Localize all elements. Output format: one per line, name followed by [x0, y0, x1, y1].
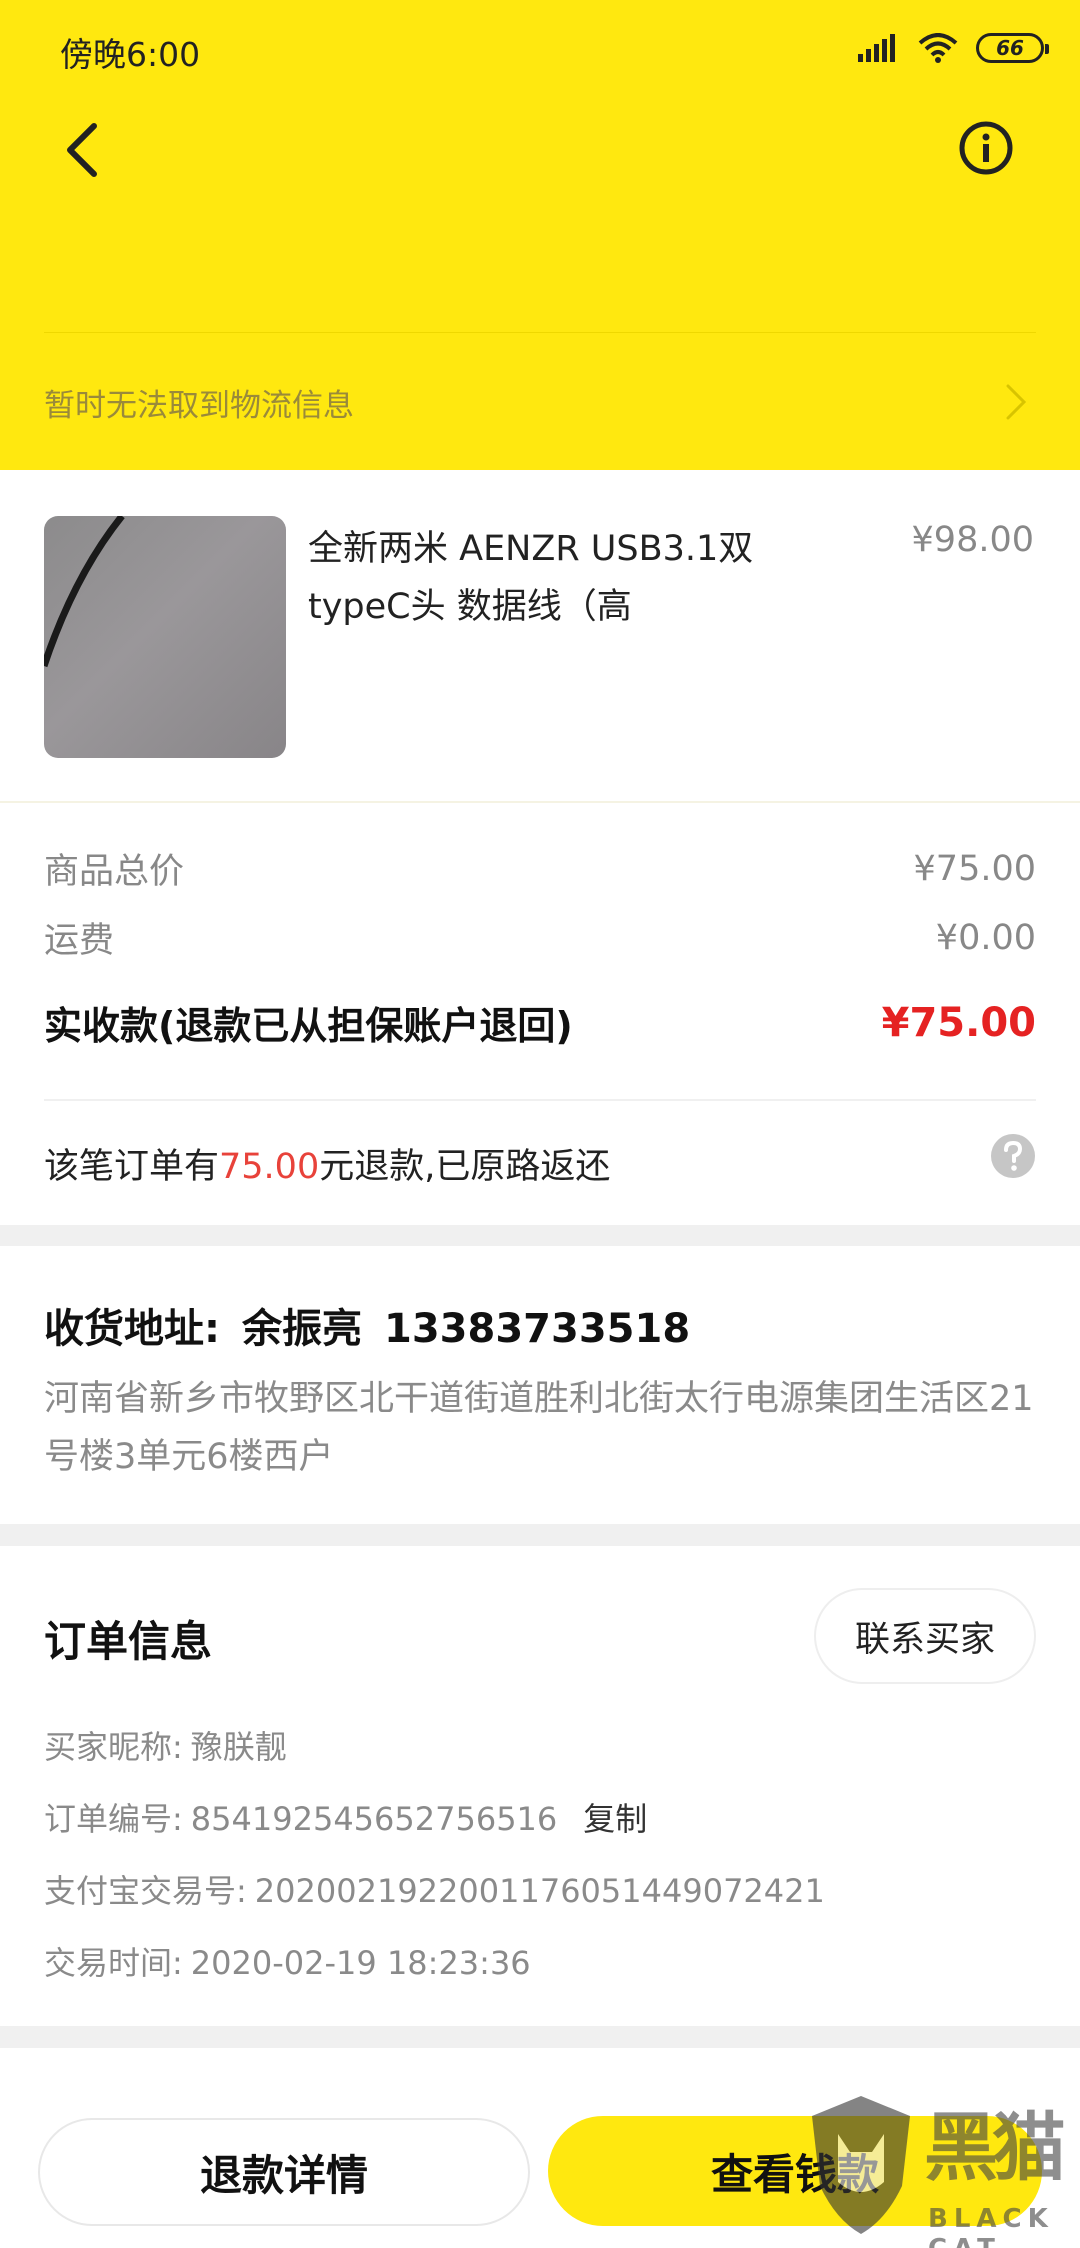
alipay-number-value: 2020021922001176051449072421: [254, 1872, 825, 1910]
buyer-nickname-value: 豫朕靓: [190, 1728, 287, 1766]
alipay-number-label: 支付宝交易号:: [44, 1872, 247, 1910]
cat-shield-icon: [812, 2096, 910, 2234]
trade-time-line: 交易时间: 2020-02-19 18:23:36: [44, 1938, 531, 1984]
product-card[interactable]: 全新两米 AENZR USB3.1双typeC头 数据线（高 ¥98.00: [0, 470, 1080, 803]
logistics-row[interactable]: 暂时无法取到物流信息: [44, 370, 1036, 436]
chevron-right-icon: [1006, 384, 1027, 420]
address-card: 收货地址: 余振亮 13383733518 河南省新乡市牧野区北干道街道胜利北街太行…: [0, 1246, 1080, 1524]
shipping-row: 运费 ¥0.00: [44, 912, 1036, 963]
address-label: 收货地址:: [44, 1306, 220, 1352]
alipay-number-line: 支付宝交易号: 2020021922001176051449072421: [44, 1866, 825, 1912]
watermark-subtext: BLACK CAT: [928, 2204, 1054, 2248]
totals-divider: [44, 1099, 1036, 1101]
order-info-card: 订单信息 联系买家 买家昵称: 豫朕靓 订单编号: 8541925456527565…: [0, 1546, 1080, 2026]
recipient-phone: 13383733518: [384, 1306, 691, 1352]
refund-note-suffix: 元退款,已原路返还: [319, 1147, 611, 1187]
order-number-value: 854192545652756516: [190, 1800, 558, 1838]
address-heading: 收货地址: 余振亮 13383733518: [44, 1296, 712, 1354]
order-number-label: 订单编号:: [44, 1800, 183, 1838]
subtotal-row: 商品总价 ¥75.00: [44, 843, 1036, 894]
contact-buyer-button[interactable]: 联系买家: [814, 1588, 1036, 1684]
back-arrow-icon[interactable]: [58, 118, 108, 182]
trade-time-label: 交易时间:: [44, 1944, 183, 1982]
received-row: 实收款(退款已从担保账户退回) ¥75.00: [44, 995, 1036, 1050]
product-title: 全新两米 AENZR USB3.1双typeC头 数据线（高: [308, 529, 754, 627]
watermark-logo: 黑猫 BLACK CAT: [806, 2084, 1080, 2248]
received-label: 实收款(退款已从担保账户退回): [44, 1004, 573, 1048]
product-image[interactable]: [44, 516, 286, 758]
trade-time-value: 2020-02-19 18:23:36: [190, 1944, 531, 1982]
buyer-nickname-label: 买家昵称:: [44, 1728, 183, 1766]
shipping-label: 运费: [44, 921, 115, 961]
refund-note: 该笔订单有75.00元退款,已原路返还: [44, 1138, 610, 1189]
header-divider: [44, 332, 1036, 333]
logistics-text: 暂时无法取到物流信息: [44, 388, 354, 424]
battery-icon: 66: [976, 33, 1049, 63]
wifi-icon: [918, 33, 958, 63]
subtotal-label: 商品总价: [44, 852, 185, 892]
received-value: ¥75.00: [881, 999, 1036, 1046]
watermark-text: 黑猫: [924, 2105, 1066, 2191]
status-bar: 傍晚6:00 66: [0, 0, 1080, 96]
refund-note-amount: 75.00: [219, 1147, 320, 1187]
help-icon[interactable]: [990, 1133, 1036, 1179]
buyer-nickname-line: 买家昵称: 豫朕靓: [44, 1722, 287, 1768]
copy-button[interactable]: 复制: [583, 1800, 647, 1838]
status-icons: 66: [858, 30, 1049, 66]
refund-detail-button[interactable]: 退款详情: [38, 2118, 530, 2226]
product-price: ¥98.00: [911, 520, 1034, 560]
subtotal-value: ¥75.00: [913, 848, 1036, 889]
address-detail: 河南省新乡市牧野区北干道街道胜利北街太行电源集团生活区21号楼3单元6楼西户: [44, 1379, 1034, 1477]
refund-note-prefix: 该笔订单有: [44, 1147, 220, 1187]
status-time: 傍晚6:00: [60, 35, 201, 74]
signal-icon: [858, 34, 895, 62]
totals-card: 商品总价 ¥75.00 运费 ¥0.00 实收款(退款已从担保账户退回) ¥75…: [0, 803, 1080, 1225]
cable-thumbnail: [44, 516, 125, 668]
order-number-line: 订单编号: 854192545652756516 复制: [44, 1794, 647, 1840]
shipping-value: ¥0.00: [935, 917, 1036, 958]
header: 傍晚6:00 66 暂时无法取到物流信息: [0, 0, 1080, 470]
order-info-heading: 订单信息: [44, 1617, 213, 1666]
recipient-name: 余振亮: [242, 1306, 362, 1352]
info-icon[interactable]: [958, 120, 1014, 176]
